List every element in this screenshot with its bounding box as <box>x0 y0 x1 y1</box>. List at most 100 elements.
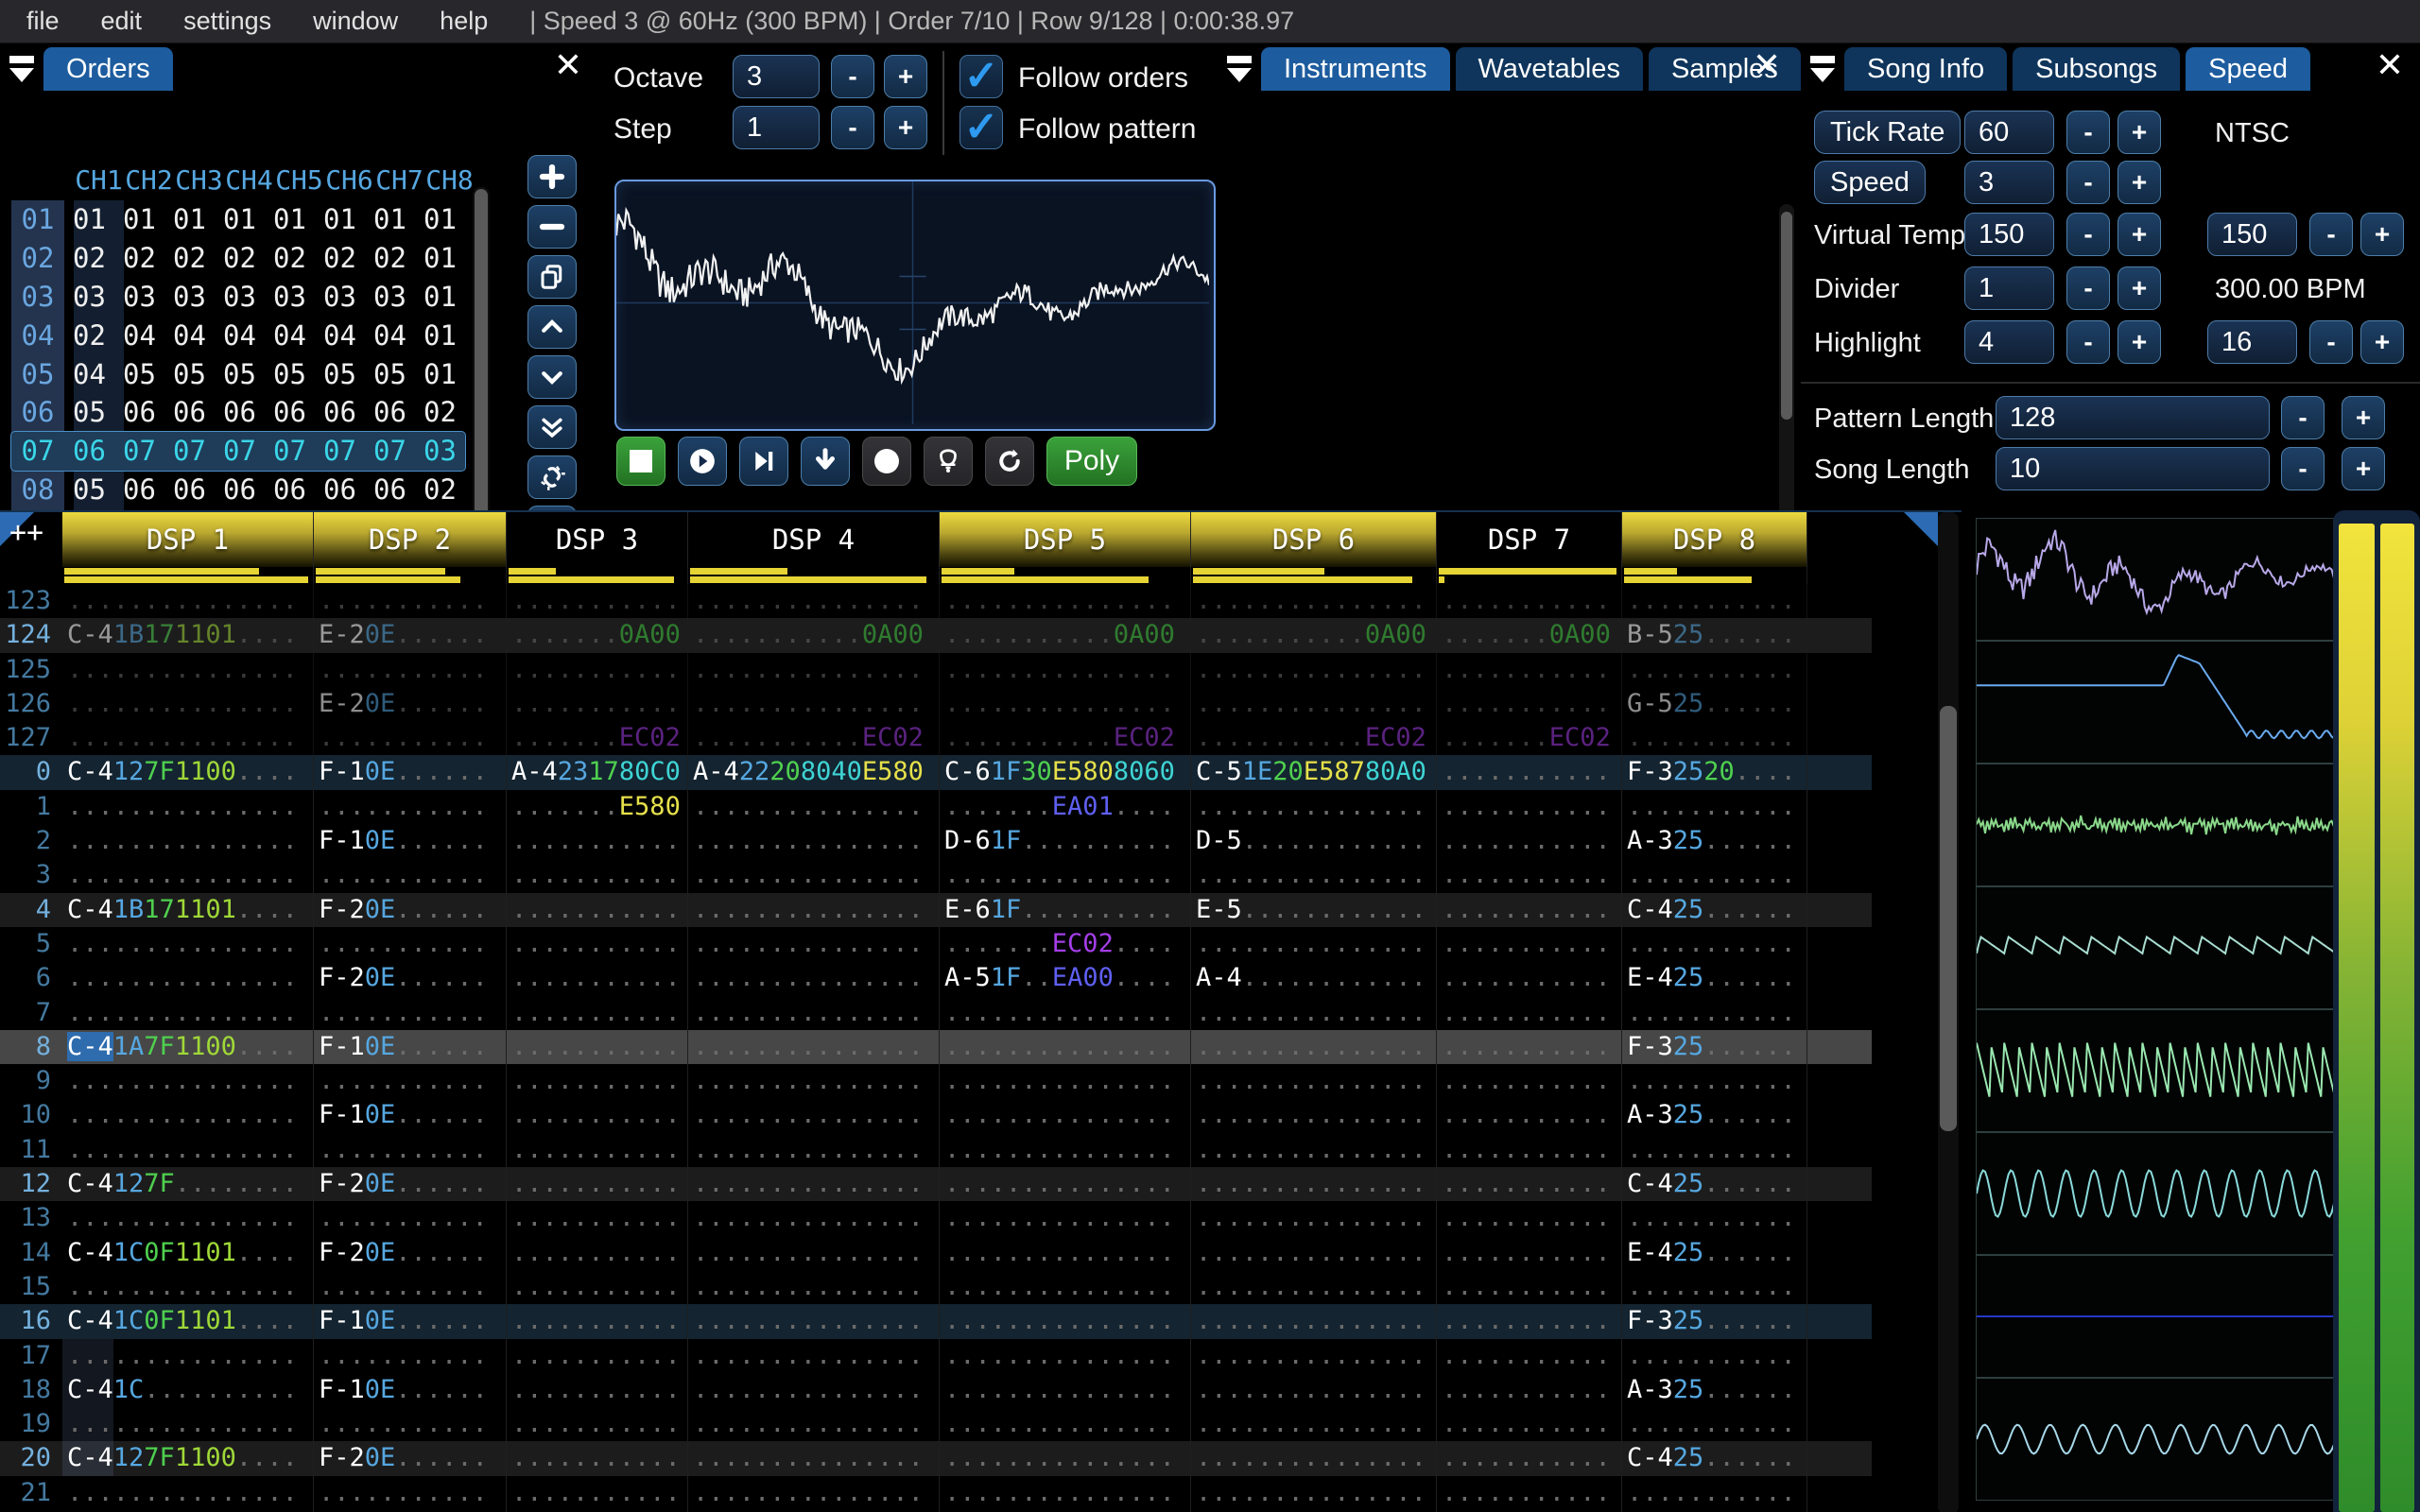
tab-wavetables[interactable]: Wavetables <box>1455 47 1643 91</box>
pattern-cell[interactable]: ............... <box>688 789 940 825</box>
channel-header[interactable]: DSP 2 <box>314 512 507 567</box>
virtual-tempo-num-plus[interactable]: + <box>2118 213 2161 256</box>
order-cell[interactable]: 04 <box>114 319 164 352</box>
pattern-cell[interactable]: ........... <box>1437 686 1622 722</box>
order-cell[interactable]: 03 <box>315 281 365 313</box>
close-icon[interactable]: ✕ <box>2368 45 2411 85</box>
tick-rate-input[interactable]: 60 <box>1964 111 2054 154</box>
tab-song-info[interactable]: Song Info <box>1844 47 2008 91</box>
order-cell[interactable]: 01 <box>64 203 114 235</box>
pattern-cell[interactable]: ........... <box>314 1064 507 1099</box>
order-cell[interactable]: 06 <box>114 473 164 506</box>
channel-header[interactable]: DSP 6 <box>1191 512 1437 567</box>
pattern-cell[interactable]: ........... <box>1437 652 1622 687</box>
pattern-cell[interactable]: ............... <box>688 995 940 1030</box>
pattern-cell[interactable]: ........... <box>1437 1407 1622 1442</box>
pattern-cell[interactable]: ...........EC02 <box>688 721 940 756</box>
order-cell[interactable]: 05 <box>365 358 415 390</box>
tab-subsongs[interactable]: Subsongs <box>2013 47 2181 91</box>
pattern-cell[interactable]: ........... <box>314 1269 507 1305</box>
order-cell[interactable]: 06 <box>164 396 215 428</box>
order-cell[interactable]: 06 <box>365 396 415 428</box>
order-cell[interactable]: 06 <box>114 396 164 428</box>
pattern-cell[interactable]: ........... <box>1622 584 1807 619</box>
pattern-cell[interactable]: ........... <box>314 1407 507 1442</box>
corner-expand-icon[interactable] <box>1904 512 1938 546</box>
divider-input[interactable]: 1 <box>1964 266 2054 310</box>
pattern-cell[interactable]: ........... <box>507 995 688 1030</box>
order-cell[interactable]: 04 <box>365 319 415 352</box>
octave-plus-button[interactable]: + <box>884 55 927 98</box>
step-minus-button[interactable]: - <box>831 106 874 149</box>
pattern-cell[interactable]: C-61F30E5808060 <box>940 755 1191 790</box>
pattern-cell[interactable]: ........... <box>314 926 507 962</box>
pattern-cell[interactable]: A-325...... <box>1622 1098 1807 1133</box>
order-cell[interactable]: 07 <box>265 435 315 467</box>
order-cell[interactable]: 03 <box>365 281 415 313</box>
pattern-cell[interactable]: ........... <box>507 584 688 619</box>
pattern-cell[interactable]: ........... <box>1437 1235 1622 1270</box>
order-cell[interactable]: 06 <box>64 435 114 467</box>
order-cell[interactable]: 04 <box>215 319 265 352</box>
pattern-cell[interactable]: ...........EC02 <box>1191 721 1437 756</box>
order-row-number[interactable]: 07 <box>11 435 64 467</box>
instruments-scrollbar[interactable] <box>1779 204 1794 550</box>
order-cell[interactable]: 06 <box>215 473 265 506</box>
pattern-cell[interactable]: ............... <box>688 858 940 893</box>
pattern-cell[interactable]: ............... <box>940 995 1191 1030</box>
virtual-tempo-num-input[interactable]: 150 <box>1964 213 2054 256</box>
pattern-cell[interactable]: ...........0A00 <box>1191 618 1437 653</box>
pattern-cell[interactable]: ............... <box>1191 1098 1437 1133</box>
pattern-cell[interactable]: A-422208040E580 <box>688 755 940 790</box>
speed-minus-button[interactable]: - <box>2066 161 2110 204</box>
order-cell[interactable]: 07 <box>164 435 215 467</box>
pattern-cell[interactable]: ............... <box>1191 858 1437 893</box>
pattern-cell[interactable]: ............... <box>62 1475 314 1511</box>
order-row-number[interactable]: 02 <box>11 242 64 274</box>
pattern-cell[interactable]: ........... <box>1437 824 1622 859</box>
pattern-cell[interactable]: ............... <box>62 926 314 962</box>
pattern-cell[interactable]: ............... <box>1191 1064 1437 1099</box>
pattern-cell[interactable]: ........... <box>1437 926 1622 962</box>
speed-plus-button[interactable]: + <box>2118 161 2161 204</box>
virtual-tempo-den-input[interactable]: 150 <box>2207 213 2297 256</box>
pattern-cell[interactable]: ........... <box>1622 1338 1807 1373</box>
virtual-tempo-den-minus[interactable]: - <box>2309 213 2353 256</box>
pattern-cell[interactable]: ........... <box>507 1098 688 1133</box>
pattern-cell[interactable]: ............... <box>688 1064 940 1099</box>
pattern-cell[interactable]: ............... <box>688 1029 940 1065</box>
tick-rate-plus-button[interactable]: + <box>2118 111 2161 154</box>
pattern-cell[interactable]: ........... <box>507 1407 688 1442</box>
pattern-cell[interactable]: ............... <box>688 824 940 859</box>
pattern-cell[interactable]: C-4127F1100.... <box>62 1441 314 1476</box>
tab-instruments[interactable]: Instruments <box>1261 47 1450 91</box>
pattern-cell[interactable]: ........... <box>1437 789 1622 825</box>
pattern-cell[interactable]: ........... <box>1622 789 1807 825</box>
pattern-cell[interactable]: ........... <box>1437 1064 1622 1099</box>
pattern-cell[interactable]: C-41B171101.... <box>62 892 314 927</box>
pattern-cell[interactable]: C-425...... <box>1622 1167 1807 1202</box>
pattern-cell[interactable]: ........... <box>1437 1029 1622 1065</box>
pattern-cell[interactable]: ............... <box>940 1304 1191 1339</box>
pattern-cell[interactable]: ........... <box>507 1064 688 1099</box>
pattern-cell[interactable]: F-20E...... <box>314 1167 507 1202</box>
orders-duplicate-button[interactable] <box>527 255 577 299</box>
pattern-cell[interactable]: F-10E...... <box>314 755 507 790</box>
pattern-cell[interactable]: ............... <box>688 1475 940 1511</box>
pattern-cell[interactable]: ............... <box>1191 1407 1437 1442</box>
pattern-length-plus[interactable]: + <box>2342 396 2385 439</box>
order-cell[interactable]: 04 <box>164 319 215 352</box>
pattern-cell[interactable]: ............... <box>940 1064 1191 1099</box>
pattern-cell[interactable]: ............... <box>940 686 1191 722</box>
speed-label[interactable]: Speed <box>1814 161 1926 204</box>
pattern-cell[interactable]: ............... <box>62 721 314 756</box>
pattern-cell[interactable]: ........... <box>507 1269 688 1305</box>
play-button[interactable] <box>678 437 727 486</box>
pattern-cell[interactable]: ............... <box>688 1304 940 1339</box>
step-input[interactable]: 1 <box>733 106 820 149</box>
pattern-cell[interactable]: B-525...... <box>1622 618 1807 653</box>
order-cell[interactable]: 05 <box>64 473 114 506</box>
order-cell[interactable]: 06 <box>265 396 315 428</box>
pattern-cell[interactable]: ............... <box>940 1407 1191 1442</box>
order-cell[interactable]: 01 <box>415 319 465 352</box>
